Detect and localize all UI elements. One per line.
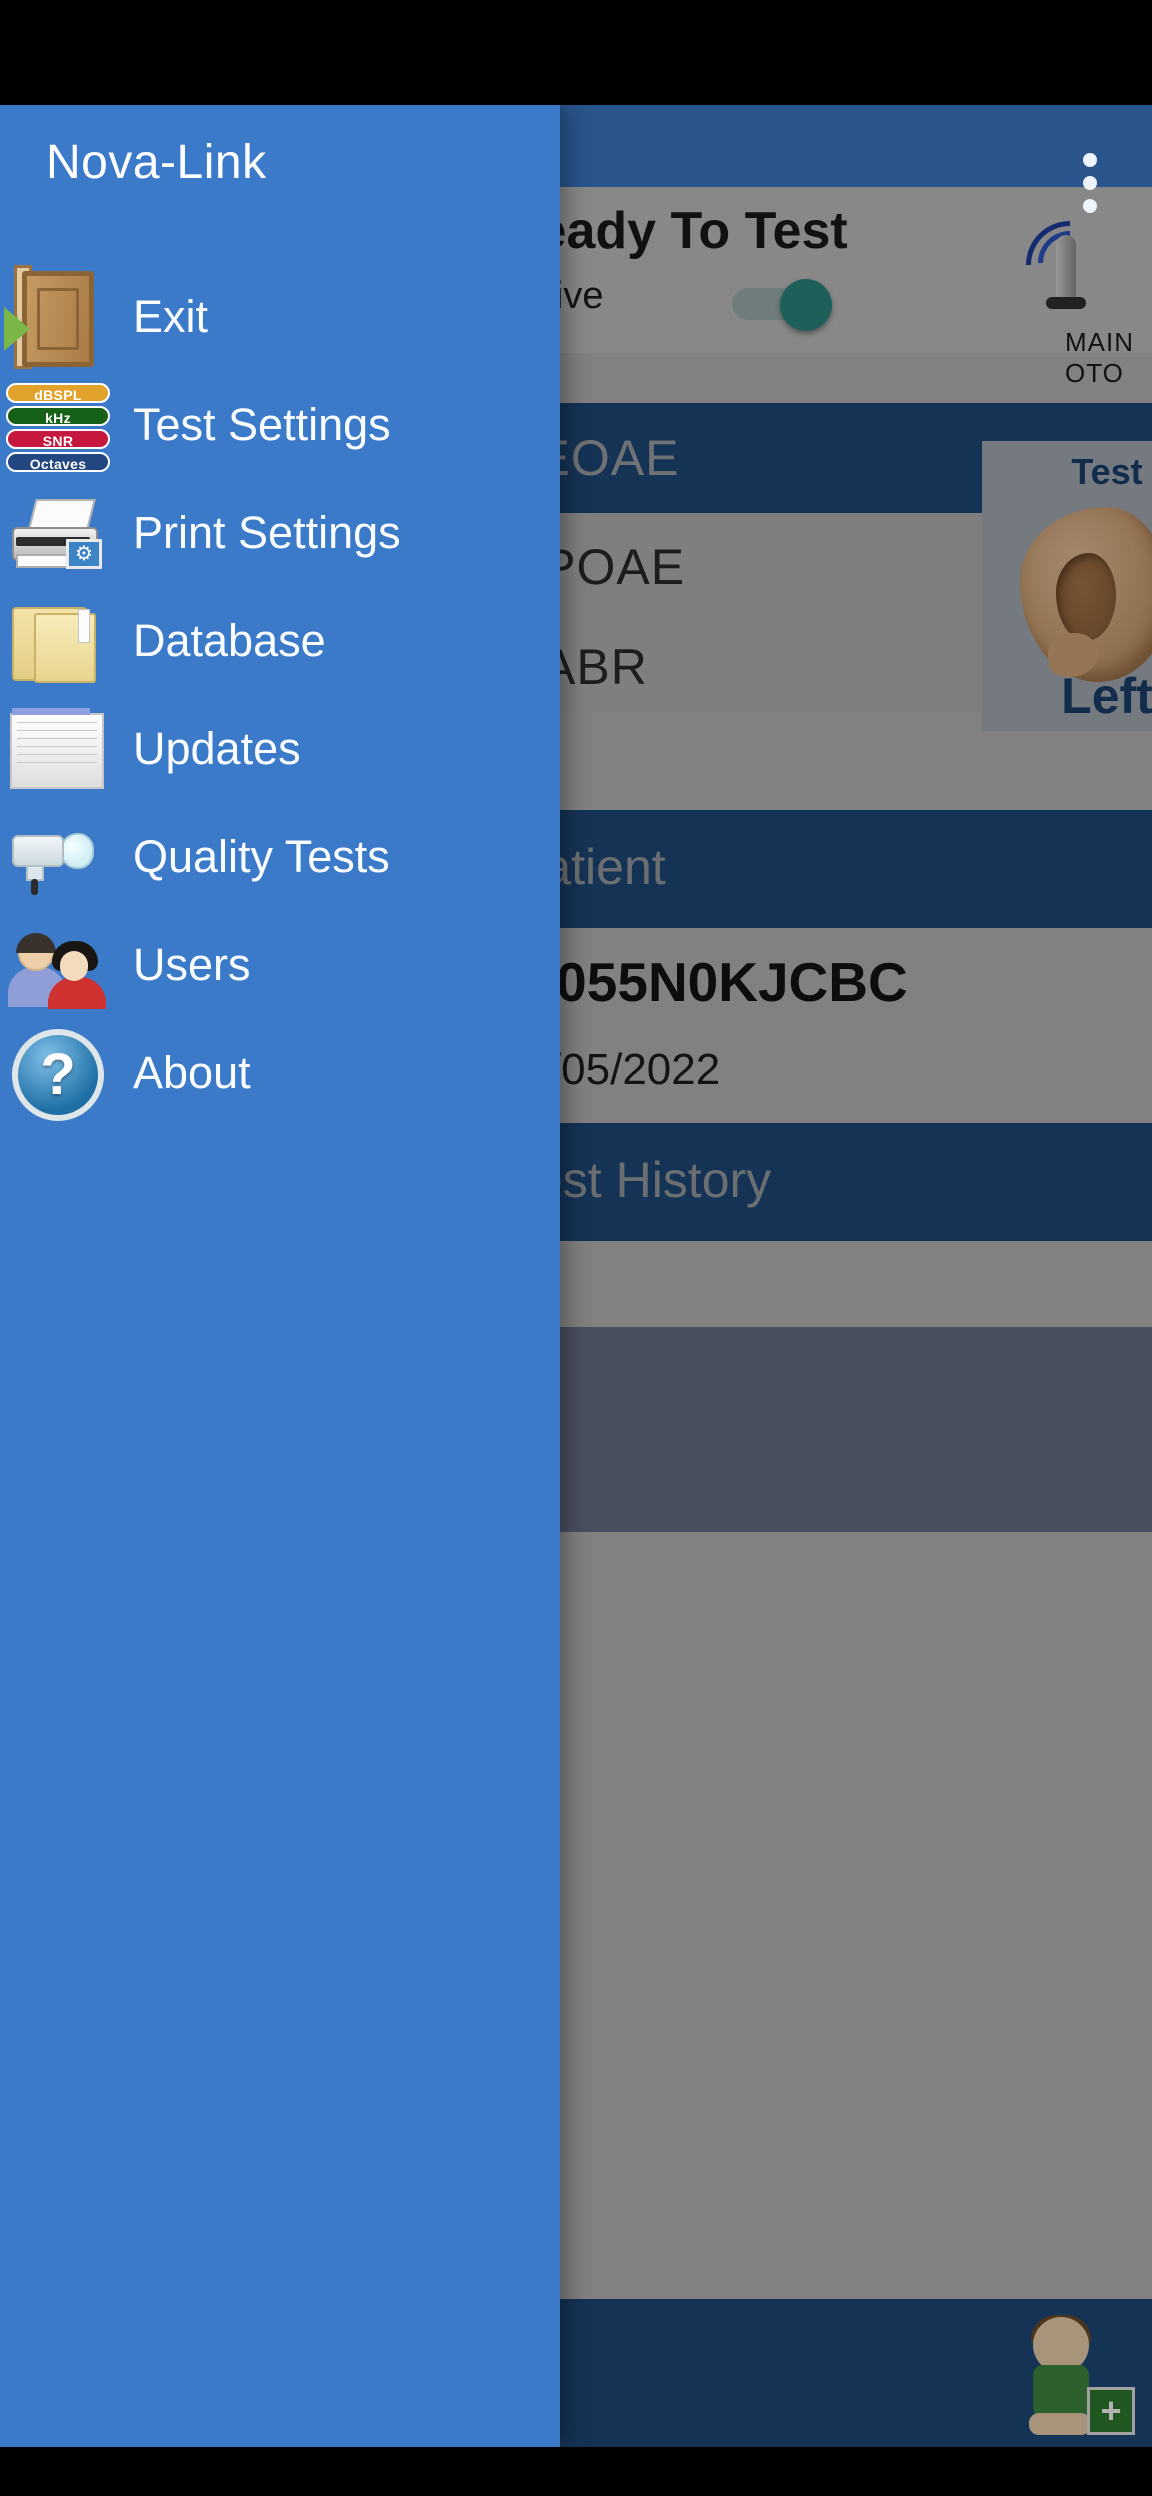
sidebar-item-about[interactable]: ? About bbox=[0, 1021, 560, 1151]
printer-body-group: ⚙ bbox=[10, 499, 102, 569]
probe-group bbox=[10, 827, 106, 895]
sidebar-item-label: Print Settings bbox=[133, 507, 401, 558]
folder-tab bbox=[78, 609, 90, 643]
question-mark-glyph: ? bbox=[12, 1029, 104, 1121]
pages-group bbox=[10, 708, 104, 789]
pill-khz: kHz bbox=[6, 406, 110, 426]
device-status-bar bbox=[0, 0, 1152, 105]
folder-group bbox=[12, 603, 100, 683]
sidebar-item-label: Users bbox=[133, 939, 251, 990]
sidebar-item-label: Quality Tests bbox=[133, 831, 390, 882]
user-female-body bbox=[48, 977, 106, 1009]
pill-octaves: Octaves bbox=[6, 452, 110, 472]
pill-snr: SNR bbox=[6, 429, 110, 449]
probe-tip bbox=[60, 833, 94, 869]
door-panel bbox=[22, 271, 94, 367]
drawer-title: Nova-Link bbox=[46, 136, 267, 189]
more-vert-icon[interactable] bbox=[1062, 153, 1118, 223]
app-viewport: Ready To Test Active MAIN OTO bbox=[0, 105, 1152, 2447]
sidebar-item-label: Updates bbox=[133, 723, 301, 774]
exit-arrow-head bbox=[4, 307, 30, 351]
question-mark-icon: ? bbox=[4, 1021, 112, 1129]
device-navigation-bar bbox=[0, 2447, 1152, 2496]
pages-stack-icon bbox=[4, 697, 112, 805]
sidebar-item-label: Database bbox=[133, 615, 326, 666]
probe-body bbox=[12, 835, 64, 867]
probe-cord bbox=[31, 879, 38, 895]
user-male-hair bbox=[16, 933, 56, 953]
user-female-face bbox=[60, 951, 88, 981]
sidebar-item-label: About bbox=[133, 1047, 251, 1098]
gear-icon: ⚙ bbox=[66, 539, 102, 569]
navigation-drawer: Nova-Link Exit dBSPL kHz SNR Octaves Tes… bbox=[0, 105, 560, 2447]
printer-gear-icon: ⚙ bbox=[4, 481, 112, 589]
probe-icon bbox=[4, 805, 112, 913]
pill-stack: dBSPL kHz SNR Octaves bbox=[6, 383, 110, 475]
pill-dbspl: dBSPL bbox=[6, 383, 110, 403]
sidebar-item-label: Test Settings bbox=[133, 399, 391, 450]
users-icon bbox=[4, 913, 112, 1021]
printer-paper bbox=[28, 499, 96, 529]
exit-door-icon bbox=[4, 265, 112, 373]
sidebar-item-label: Exit bbox=[133, 291, 209, 342]
test-settings-pills-icon: dBSPL kHz SNR Octaves bbox=[4, 373, 112, 481]
folder-icon bbox=[4, 589, 112, 697]
users-group bbox=[6, 933, 110, 1009]
